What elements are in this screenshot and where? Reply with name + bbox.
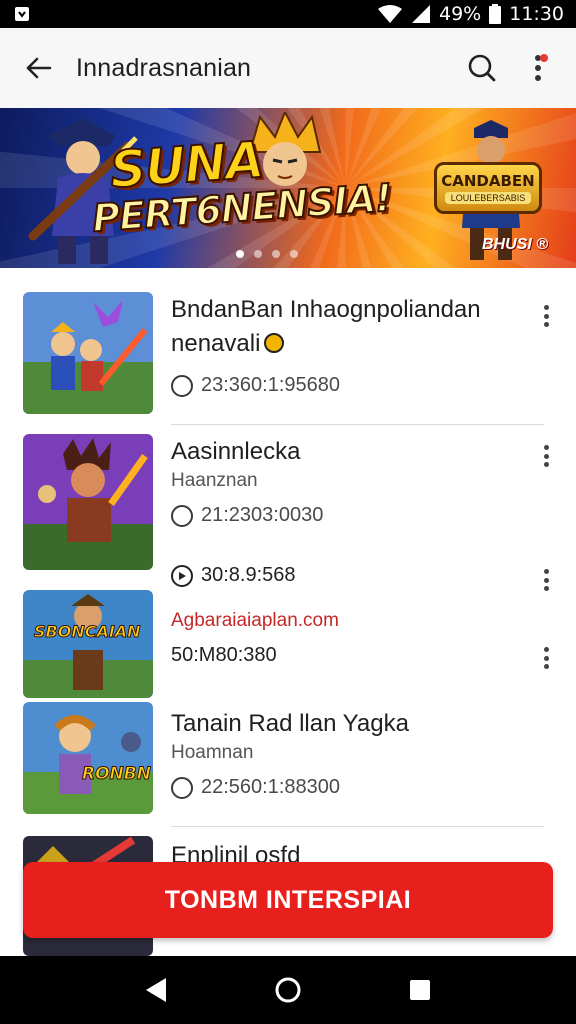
carousel-dot[interactable]: [254, 250, 262, 258]
item-title: Aasinnlecka: [171, 438, 301, 465]
banner-badge-title: CANDABEN: [441, 172, 535, 190]
list-item[interactable]: 30:8.9:568 SBONCAIAN Agbaraiaiaplan.com …: [0, 564, 576, 698]
more-options-button[interactable]: [510, 40, 566, 96]
list-item[interactable]: Aasinnlecka Haanznan 21:2303:0030: [0, 428, 576, 578]
nav-back-button[interactable]: [136, 970, 176, 1010]
notification-dot: [540, 54, 548, 62]
item-title-line2-text: nenavali: [171, 330, 261, 357]
game-thumbnail: [23, 434, 153, 570]
list-item[interactable]: BndanBan Inhaognpoliandan nenavali 23:36…: [0, 270, 576, 420]
item-subtitle: Hoamnan: [171, 742, 254, 763]
triangle-back-icon: [146, 978, 166, 1002]
clock-icon: [171, 776, 193, 799]
game-thumbnail: [23, 702, 153, 814]
item-title-line2: nenavali: [171, 330, 285, 358]
app-bar: Innadrasnanian: [0, 28, 576, 108]
item-link[interactable]: Agbaraiaiaplan.com: [171, 610, 339, 632]
carousel-indicator: [236, 250, 298, 258]
clock-icon: [171, 504, 193, 527]
banner-badge: CANDABEN LOULEBERSABIS: [434, 162, 542, 214]
item-meta-text: 22:560:1:88300: [201, 776, 341, 798]
nav-home-button[interactable]: [268, 970, 308, 1010]
square-recents-icon: [410, 980, 430, 1000]
more-vert-icon[interactable]: [534, 302, 558, 330]
item-meta: 22:560:1:88300: [171, 776, 340, 799]
carousel-dot[interactable]: [290, 250, 298, 258]
item-subtitle: Haanznan: [171, 470, 258, 491]
banner-badge-subtitle: LOULEBERSABIS: [444, 192, 532, 204]
game-thumbnail: [23, 590, 153, 698]
status-icons: 49% 11:30: [377, 3, 564, 25]
item-meta: 21:2303:0030: [171, 504, 323, 527]
search-button[interactable]: [454, 40, 510, 96]
game-thumbnail: [23, 292, 153, 414]
app-actions: [454, 40, 576, 96]
carousel-dot[interactable]: [236, 250, 244, 258]
battery-text: 49%: [439, 3, 482, 25]
more-vert-icon[interactable]: [534, 442, 558, 470]
notification-icon: [12, 4, 32, 24]
item-meta-text: 23:360:1:95680: [201, 374, 341, 396]
promo-banner[interactable]: SUNA PERT6NENSIA! CANDABEN LOULEBERSABIS…: [0, 108, 576, 268]
circle-home-icon: [275, 977, 301, 1003]
divider: [171, 424, 544, 425]
nav-recents-button[interactable]: [400, 970, 440, 1010]
item-meta: 50:M80:380: [171, 644, 277, 667]
signal-icon: [411, 4, 431, 24]
more-vert-icon[interactable]: [534, 566, 558, 594]
list-item[interactable]: RONBN Tanain Rad llan Yagka Hoamnan 22:5…: [0, 700, 576, 830]
item-meta-top-text: 30:8.9:568: [201, 564, 296, 586]
divider: [171, 826, 544, 827]
item-meta-top: 30:8.9:568: [171, 564, 296, 587]
wifi-icon: [377, 4, 403, 24]
system-nav-bar: [0, 956, 576, 1024]
status-bar: 49% 11:30: [0, 0, 576, 28]
search-icon: [468, 54, 496, 82]
arrow-left-icon: [26, 57, 52, 79]
item-title: Tanain Rad llan Yagka: [171, 710, 409, 737]
clock-text: 11:30: [509, 3, 564, 25]
clock-icon: [171, 374, 193, 397]
more-vert-icon[interactable]: [534, 644, 558, 672]
play-icon: [171, 564, 193, 587]
page-title: Innadrasnanian: [76, 53, 252, 82]
screen: 49% 11:30 Innadrasnanian SUNA PERT6NENSI…: [0, 0, 576, 1024]
coin-icon: [264, 332, 285, 353]
primary-action-button[interactable]: TONBM INTERSPIAI: [23, 862, 553, 938]
carousel-dot[interactable]: [272, 250, 280, 258]
back-button[interactable]: [0, 28, 76, 108]
battery-icon: [489, 4, 502, 24]
thumb-caption: SBONCAIAN: [34, 622, 142, 642]
item-title: BndanBan Inhaognpoliandan: [171, 296, 481, 323]
item-meta-text: 21:2303:0030: [201, 504, 324, 526]
item-meta-text: 50:M80:380: [171, 644, 277, 666]
banner-tag: BHUSI ®: [482, 236, 549, 253]
thumb-caption: RONBN: [82, 764, 152, 785]
item-meta: 23:360:1:95680: [171, 374, 340, 397]
